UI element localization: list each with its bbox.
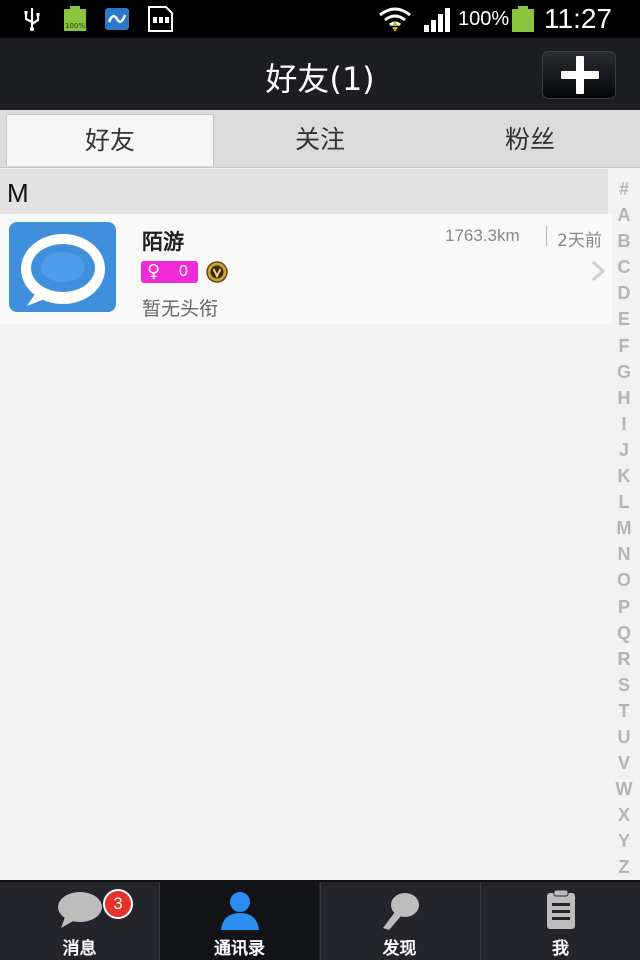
index-letter[interactable]: F (612, 333, 636, 359)
female-icon: ♀ (147, 261, 161, 282)
chevron-right-icon (591, 260, 606, 282)
index-letter[interactable]: Y (612, 828, 636, 854)
sd-card-icon (148, 6, 173, 32)
index-letter[interactable]: M (612, 515, 636, 541)
friend-distance: 1763.3km (445, 226, 520, 245)
index-letter[interactable]: Q (612, 620, 636, 646)
nav-discover[interactable]: 发现 (320, 882, 479, 960)
contacts-person-icon (221, 892, 259, 930)
index-letter[interactable]: # (612, 176, 636, 202)
tab-bar: 好友 关注 粉丝 (0, 110, 640, 168)
index-letter[interactable]: I (612, 411, 636, 437)
index-letter[interactable]: D (612, 280, 636, 306)
index-letter[interactable]: N (612, 541, 636, 567)
tab-fans[interactable]: 粉丝 (426, 114, 634, 166)
index-letter[interactable]: E (612, 306, 636, 332)
list-item[interactable]: 陌游 1763.3km 2天前 ♀ 0 暂无头衔 (0, 214, 612, 324)
add-friend-button[interactable] (542, 51, 616, 99)
nav-label: 我 (552, 939, 569, 959)
divider (546, 226, 547, 246)
message-bubble-icon (58, 892, 102, 928)
index-letter[interactable]: P (612, 594, 636, 620)
svg-text:100%: 100% (65, 22, 85, 30)
alphabet-index[interactable]: # A B C D E F G H I J K L M N O P Q R S T U V W X Y Z (612, 176, 636, 881)
vip-badge-icon (206, 261, 228, 283)
avatar[interactable] (9, 222, 116, 312)
battery-icon (512, 6, 534, 32)
profile-clipboard-icon (547, 890, 575, 929)
index-letter[interactable]: S (612, 672, 636, 698)
index-letter[interactable]: G (612, 359, 636, 385)
battery-percent: 100% (458, 8, 510, 30)
nav-label: 发现 (382, 939, 417, 959)
status-bar: 100% 100% 11:27 (0, 0, 640, 38)
index-letter[interactable]: C (612, 254, 636, 280)
signal-icon (424, 8, 450, 32)
unread-count-badge: 3 (103, 889, 133, 919)
battery-full-icon: 100% (64, 6, 86, 31)
wifi-icon (379, 7, 411, 32)
section-header: M (0, 169, 608, 214)
friend-name: 陌游 (142, 230, 184, 254)
index-letter[interactable]: W (612, 776, 636, 802)
index-letter[interactable]: A (612, 202, 636, 228)
clock: 11:27 (544, 3, 612, 34)
tab-following[interactable]: 关注 (216, 114, 424, 166)
index-letter[interactable]: L (612, 489, 636, 515)
nav-me[interactable]: 我 (481, 882, 640, 960)
index-letter[interactable]: U (612, 724, 636, 750)
app-notification-icon (105, 8, 129, 30)
nav-label: 通讯录 (214, 939, 265, 959)
index-letter[interactable]: B (612, 228, 636, 254)
nav-messages[interactable]: 3 消息 (0, 882, 159, 960)
nav-label: 消息 (62, 939, 97, 959)
index-letter[interactable]: R (612, 646, 636, 672)
index-letter[interactable]: K (612, 463, 636, 489)
index-letter[interactable]: H (612, 385, 636, 411)
index-letter[interactable]: Z (612, 854, 636, 880)
usb-icon (24, 8, 40, 31)
section-letter: M (7, 178, 29, 208)
gender-age-badge: ♀ 0 (141, 261, 198, 283)
index-letter[interactable]: J (612, 437, 636, 463)
friend-last-seen: 2天前 (557, 231, 602, 251)
friend-age: 0 (179, 263, 188, 280)
tab-friends[interactable]: 好友 (6, 114, 214, 166)
chat-bubble-icon (21, 234, 105, 306)
friend-title: 暂无头衔 (142, 298, 219, 320)
nav-contacts[interactable]: 通讯录 (160, 882, 319, 960)
index-letter[interactable]: T (612, 698, 636, 724)
index-letter[interactable]: O (612, 567, 636, 593)
bottom-nav: 3 消息 通讯录 发现 我 (0, 880, 640, 960)
discover-icon (383, 893, 419, 930)
index-letter[interactable]: X (612, 802, 636, 828)
index-letter[interactable]: V (612, 750, 636, 776)
